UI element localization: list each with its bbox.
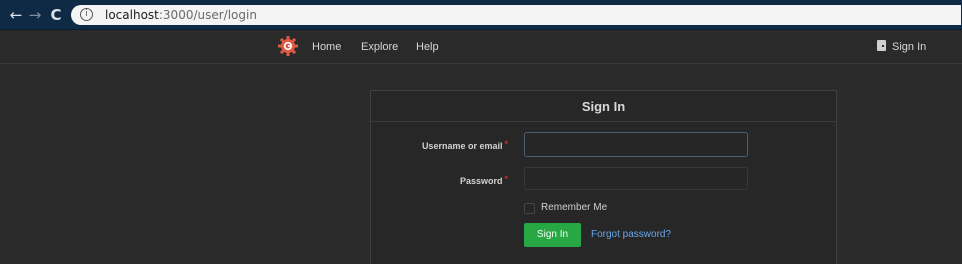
nav-home[interactable]: Home — [312, 40, 341, 54]
info-icon[interactable]: i — [80, 8, 93, 21]
password-label-text: Password — [459, 176, 503, 186]
back-arrow-icon[interactable]: ← — [7, 6, 25, 24]
login-panel: Sign In Username or email * Password * Rem… — [370, 90, 837, 264]
reload-icon[interactable]: C — [47, 6, 65, 24]
browser-toolbar: ← → C i localhost:3000/user/login — [0, 0, 962, 30]
forgot-password-link[interactable]: Forgot password? — [591, 229, 671, 241]
url-host: localhost — [105, 8, 159, 22]
login-title: Sign In — [371, 91, 836, 122]
username-input[interactable] — [524, 132, 748, 157]
nav-help[interactable]: Help — [416, 40, 439, 54]
username-label: Username or email * — [422, 139, 508, 151]
username-label-text: Username or email — [421, 141, 503, 151]
nav-explore[interactable]: Explore — [361, 40, 398, 54]
address-bar[interactable]: i localhost:3000/user/login — [71, 5, 961, 25]
sign-in-icon — [877, 40, 886, 51]
header-signin-link[interactable]: Sign In — [877, 40, 926, 54]
password-label: Password * — [460, 174, 508, 186]
url-text[interactable]: localhost:3000/user/login — [105, 8, 257, 22]
app-header: Home Explore Help Sign In — [0, 30, 962, 64]
sign-in-button[interactable]: Sign In — [524, 223, 581, 247]
gitea-logo-icon[interactable] — [277, 35, 299, 57]
url-path: :3000/user/login — [158, 8, 257, 22]
required-marker: * — [504, 139, 508, 149]
password-input[interactable] — [524, 167, 748, 190]
remember-me-checkbox[interactable] — [524, 203, 535, 214]
header-signin-label: Sign In — [892, 41, 927, 53]
remember-me-label[interactable]: Remember Me — [541, 201, 607, 215]
required-marker: * — [504, 174, 508, 184]
forward-arrow-icon[interactable]: → — [26, 6, 44, 24]
